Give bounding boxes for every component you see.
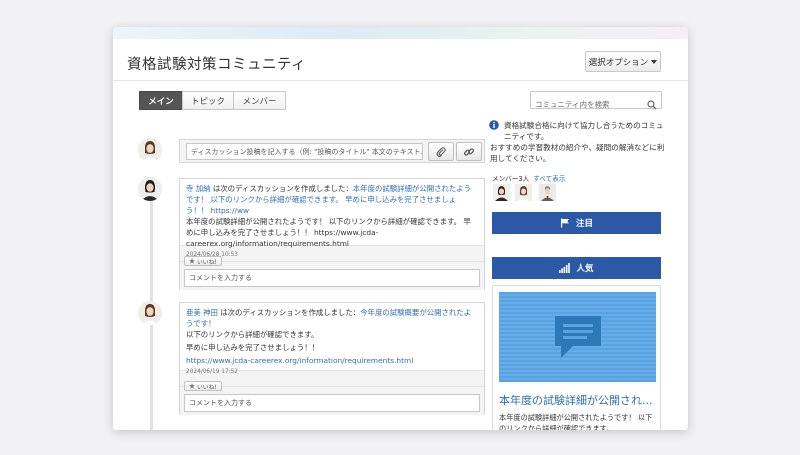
member-avatar[interactable] — [515, 184, 532, 201]
post-action-text: は次のディスカッションを作成しました： — [217, 308, 361, 317]
card-title-link[interactable]: 本年度の試験詳細が公開され... — [499, 392, 659, 408]
post-headline-line: 寺 加納 は次のディスカッションを作成しました：本年度の試験詳細が公開されたよう… — [186, 183, 478, 216]
post-body: 亜美 神田 は次のディスカッションを作成しました：今年度の試験概要が公開されたよ… — [180, 303, 484, 375]
members-count: メンバー3人 — [492, 175, 530, 183]
info-icon — [489, 120, 499, 133]
comment-row — [180, 387, 484, 415]
discussion-thumbnail — [499, 292, 656, 382]
star-icon — [189, 383, 195, 389]
post-url-link[interactable]: https://www.jcda-careerex.org/informatio… — [186, 355, 478, 366]
search-input[interactable] — [531, 96, 643, 113]
post-author-link[interactable]: 寺 加納 — [186, 184, 211, 193]
popular-panel-header: 人気 — [492, 257, 661, 279]
member-avatar[interactable] — [493, 184, 510, 201]
comment-row — [180, 262, 484, 290]
caret-down-icon — [651, 59, 658, 64]
members-summary: メンバー3人 すべて表示 — [492, 173, 565, 183]
attention-label: 注目 — [575, 219, 593, 229]
member-avatar[interactable] — [539, 184, 556, 201]
post-author-avatar[interactable] — [138, 301, 162, 325]
select-options-button[interactable]: 選択オプション — [585, 51, 661, 72]
select-options-label: 選択オプション — [588, 57, 649, 68]
comment-input[interactable] — [184, 394, 480, 412]
post-text: 以下のリンクから詳細が確認できます。 — [186, 330, 319, 339]
tab-main[interactable]: メイン — [139, 91, 183, 110]
community-window: 資格試験対策コミュニティ 選択オプション メイン トピック メンバー コミュニテ… — [113, 27, 688, 430]
current-user-avatar — [138, 138, 162, 162]
description-text: おすすめの学習教材の紹介や、疑問の解消などに利用してください。 — [490, 143, 665, 163]
discussion-post: 寺 加納 は次のディスカッションを作成しました： 本年度の試験詳細が公開されたよう… — [179, 178, 485, 290]
post-headline-line: 亜美 神田 は次のディスカッションを作成しました：今年度の試験概要が公開されたよ… — [186, 307, 478, 329]
popular-discussion-card[interactable]: 本年度の試験詳細が公開され... 本年度の試験詳細が公開されたようです！ 以下の… — [492, 285, 661, 430]
description-text: 資格試験合格に向けて協力し合うためのコミュニティです。 — [504, 121, 664, 141]
tab-members[interactable]: メンバー — [233, 91, 286, 110]
title-bar: 資格試験対策コミュニティ 選択オプション — [113, 39, 688, 81]
paperclip-icon — [436, 146, 446, 157]
attention-panel-header: 注目 — [492, 212, 661, 234]
link-button[interactable] — [456, 142, 482, 161]
post-author-avatar[interactable] — [138, 177, 162, 201]
post-action-text: は次のディスカッションを作成しました： — [210, 184, 353, 193]
community-description: 資格試験合格に向けて協力し合うためのコミュニティです。 おすすめの学習教材の紹介… — [489, 120, 665, 164]
post-body: 寺 加納 は次のディスカッションを作成しました： 本年度の試験詳細が公開されたよう… — [180, 179, 484, 258]
discussion-post: 亜美 神田 は次のディスカッションを作成しました：今年度の試験概要が公開されたよ… — [179, 302, 485, 415]
header-banner-strip — [113, 27, 688, 39]
show-all-members-link[interactable]: すべて表示 — [533, 175, 565, 183]
community-search — [530, 91, 662, 113]
signal-bars-icon — [559, 263, 571, 273]
discussion-composer — [179, 139, 485, 163]
tab-bar: メイン トピック メンバー — [139, 91, 286, 110]
attach-button[interactable] — [428, 142, 454, 161]
card-excerpt: 本年度の試験詳細が公開されたようです！ 以下のリンクから詳細が確認できます。 — [499, 413, 653, 430]
star-icon — [189, 258, 195, 264]
page-title: 資格試験対策コミュニティ — [127, 57, 307, 73]
speech-bubble-icon — [555, 316, 601, 358]
link-icon — [463, 147, 475, 156]
discussion-input[interactable] — [186, 143, 423, 160]
popular-label: 人気 — [576, 264, 594, 274]
comment-input[interactable] — [184, 269, 480, 287]
flag-icon — [560, 218, 569, 228]
post-text: 早めに申し込みを完了させましょう！！ — [186, 343, 320, 352]
tab-topics[interactable]: トピック — [182, 91, 234, 110]
search-icon[interactable] — [647, 95, 657, 114]
post-text: 本年度の試験詳細が公開されたようです！ 以下のリンクから詳細が確認できます。 早… — [186, 217, 471, 248]
post-author-link[interactable]: 亜美 神田 — [186, 308, 218, 317]
